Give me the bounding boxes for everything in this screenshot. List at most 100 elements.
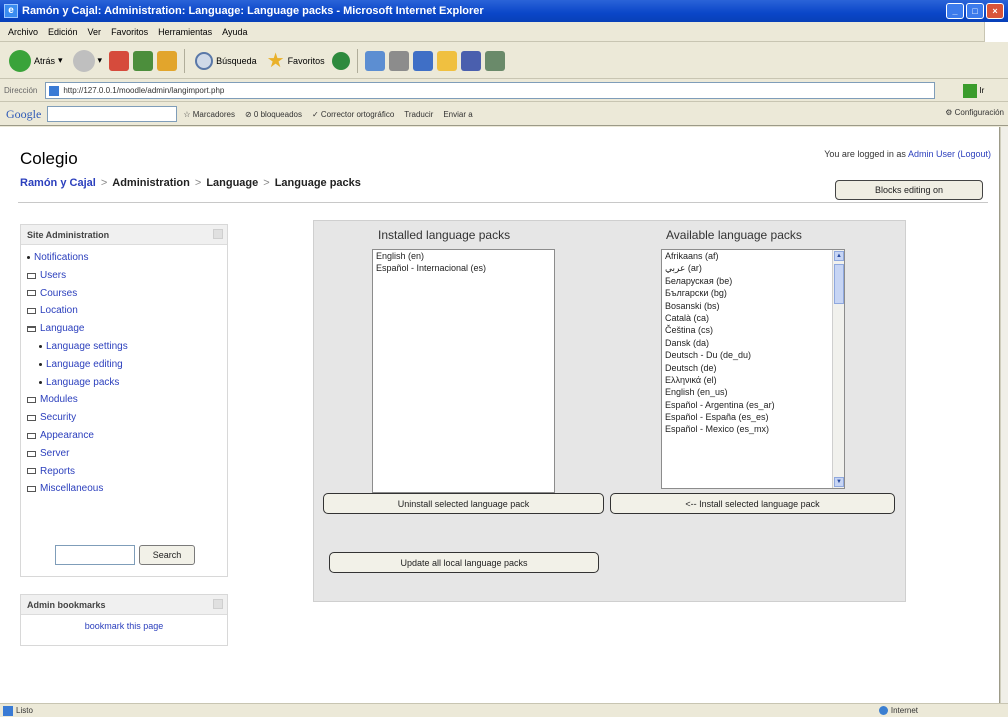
- menu-edit[interactable]: Edición: [48, 22, 78, 41]
- tools-icon[interactable]: [484, 50, 505, 71]
- search-button[interactable]: Búsqueda: [192, 47, 260, 75]
- page-scrollbar[interactable]: [1000, 127, 1008, 703]
- admin-nav-item-server[interactable]: Server: [27, 445, 227, 463]
- admin-search-input[interactable]: [55, 545, 135, 565]
- scroll-thumb[interactable]: [834, 264, 844, 304]
- print-icon[interactable]: [388, 50, 409, 71]
- admin-nav-item-language-settings[interactable]: Language settings: [27, 338, 227, 356]
- messenger-icon[interactable]: [460, 50, 481, 71]
- language-option[interactable]: Español - Internacional (es): [373, 262, 554, 274]
- ie-icon: e: [4, 4, 18, 18]
- language-option[interactable]: Български (bg): [662, 287, 844, 299]
- google-search-input[interactable]: [47, 106, 178, 122]
- listbox-scrollbar[interactable]: ▲ ▼: [832, 250, 844, 488]
- back-button[interactable]: Atrás ▾: [6, 47, 66, 75]
- translate-button[interactable]: Traducir: [404, 110, 433, 119]
- installed-packs-list[interactable]: English (en) Español - Internacional (es): [372, 249, 555, 493]
- admin-nav-item-location[interactable]: Location: [27, 302, 227, 320]
- history-icon[interactable]: [331, 51, 350, 70]
- menu-help[interactable]: Ayuda: [222, 22, 247, 41]
- language-option[interactable]: Беларуская (be): [662, 275, 844, 287]
- edit-icon[interactable]: [412, 50, 433, 71]
- language-option[interactable]: Español - España (es_es): [662, 411, 844, 423]
- admin-nav-item-courses[interactable]: Courses: [27, 285, 227, 303]
- scroll-up-icon[interactable]: ▲: [834, 251, 844, 261]
- menu-file[interactable]: Archivo: [8, 22, 38, 41]
- available-packs-list[interactable]: Afrikaans (af) عربي (ar) Беларуская (be) Бъ…: [661, 249, 845, 489]
- spellcheck-button[interactable]: ✓ Corrector ortográfico: [312, 110, 394, 119]
- chevron-down-icon: ▾: [58, 55, 63, 65]
- close-button[interactable]: ×: [986, 3, 1004, 19]
- language-option[interactable]: عربي (ar): [662, 262, 844, 274]
- block-header: Admin bookmarks: [21, 595, 227, 615]
- favorites-button[interactable]: ★ Favoritos: [264, 47, 328, 75]
- breadcrumb-home[interactable]: Ramón y Cajal: [20, 177, 96, 189]
- admin-nav-item-appearance[interactable]: Appearance: [27, 427, 227, 445]
- menu-tools[interactable]: Herramientas: [158, 22, 212, 41]
- google-toolbar: Google ☆ Marcadores ⊘ 0 bloqueados ✓ Cor…: [0, 103, 1008, 126]
- admin-nav-item-modules[interactable]: Modules: [27, 391, 227, 409]
- admin-nav-item-users[interactable]: Users: [27, 267, 227, 285]
- maximize-button[interactable]: □: [966, 3, 984, 19]
- go-button[interactable]: Ir: [963, 83, 984, 98]
- admin-nav-item-security[interactable]: Security: [27, 409, 227, 427]
- admin-nav-item-language-editing[interactable]: Language editing: [27, 356, 227, 374]
- language-option[interactable]: Dansk (da): [662, 337, 844, 349]
- mail-icon[interactable]: [364, 50, 385, 71]
- refresh-icon[interactable]: [133, 50, 154, 71]
- admin-nav-item-language-packs[interactable]: Language packs: [27, 374, 227, 392]
- blocks-editing-button[interactable]: Blocks editing on: [835, 180, 983, 200]
- update-all-button[interactable]: Update all local language packs: [329, 552, 599, 573]
- folder-icon: [27, 432, 36, 439]
- admin-nav-label: Appearance: [40, 429, 94, 441]
- admin-nav-item-reports[interactable]: Reports: [27, 463, 227, 481]
- language-option[interactable]: Deutsch (de): [662, 362, 844, 374]
- language-option[interactable]: English (en_us): [662, 386, 844, 398]
- menu-bar: Archivo Edición Ver Favoritos Herramient…: [0, 22, 1008, 42]
- home-icon[interactable]: [157, 50, 178, 71]
- install-button[interactable]: <-- Install selected language pack: [610, 493, 895, 514]
- address-input[interactable]: http://127.0.0.1/moodle/admin/langimport…: [45, 82, 936, 99]
- folder-icon[interactable]: [436, 50, 457, 71]
- hide-block-icon[interactable]: [213, 229, 223, 239]
- bullet-icon: [27, 256, 30, 260]
- language-option[interactable]: Bosanski (bs): [662, 300, 844, 312]
- google-settings-button[interactable]: ⚙ Configuración: [945, 108, 1004, 117]
- send-to-button[interactable]: Enviar a: [443, 110, 472, 119]
- minimize-button[interactable]: _: [946, 3, 964, 19]
- language-option[interactable]: English (en): [373, 250, 554, 262]
- google-bookmarks-button[interactable]: ☆ Marcadores: [183, 110, 235, 119]
- admin-nav-item-notifications[interactable]: Notifications: [27, 249, 227, 267]
- menu-favorites[interactable]: Favoritos: [111, 22, 148, 41]
- language-option[interactable]: Español - Argentina (es_ar): [662, 399, 844, 411]
- admin-search-button[interactable]: Search: [139, 545, 195, 565]
- admin-nav-label: Language packs: [46, 376, 120, 388]
- language-option[interactable]: Afrikaans (af): [662, 250, 844, 262]
- popup-blocker-button[interactable]: ⊘ 0 bloqueados: [245, 110, 302, 119]
- breadcrumb-administration[interactable]: Administration: [112, 177, 190, 189]
- hide-block-icon[interactable]: [213, 599, 223, 609]
- admin-nav-label: Users: [40, 269, 67, 281]
- language-option[interactable]: Català (ca): [662, 312, 844, 324]
- language-option[interactable]: Deutsch - Du (de_du): [662, 349, 844, 361]
- menu-view[interactable]: Ver: [88, 22, 102, 41]
- language-option[interactable]: Español - Mexico (es_mx): [662, 423, 844, 435]
- language-option[interactable]: Ελληνικά (el): [662, 374, 844, 386]
- stop-icon[interactable]: [109, 50, 130, 71]
- logout-link[interactable]: (Logout): [957, 149, 991, 159]
- admin-nav-item-language[interactable]: Language: [27, 320, 227, 338]
- block-header: Site Administration: [21, 225, 227, 245]
- admin-nav-item-miscellaneous[interactable]: Miscellaneous: [27, 480, 227, 498]
- site-name: Colegio: [20, 149, 78, 168]
- security-zone: Internet: [878, 704, 918, 717]
- forward-button[interactable]: ▾: [70, 47, 106, 75]
- site-administration-block: Site Administration Notifications Users Co…: [20, 224, 228, 577]
- user-profile-link[interactable]: Admin User: [908, 149, 955, 159]
- bookmark-this-page-link[interactable]: bookmark this page: [21, 615, 227, 631]
- language-option[interactable]: Čeština (cs): [662, 324, 844, 336]
- scroll-down-icon[interactable]: ▼: [834, 477, 844, 487]
- uninstall-button[interactable]: Uninstall selected language pack: [323, 493, 604, 514]
- breadcrumb-language[interactable]: Language: [206, 177, 258, 189]
- admin-nav-label: Location: [40, 305, 78, 317]
- address-bar: Dirección http://127.0.0.1/moodle/admin/…: [0, 80, 1008, 102]
